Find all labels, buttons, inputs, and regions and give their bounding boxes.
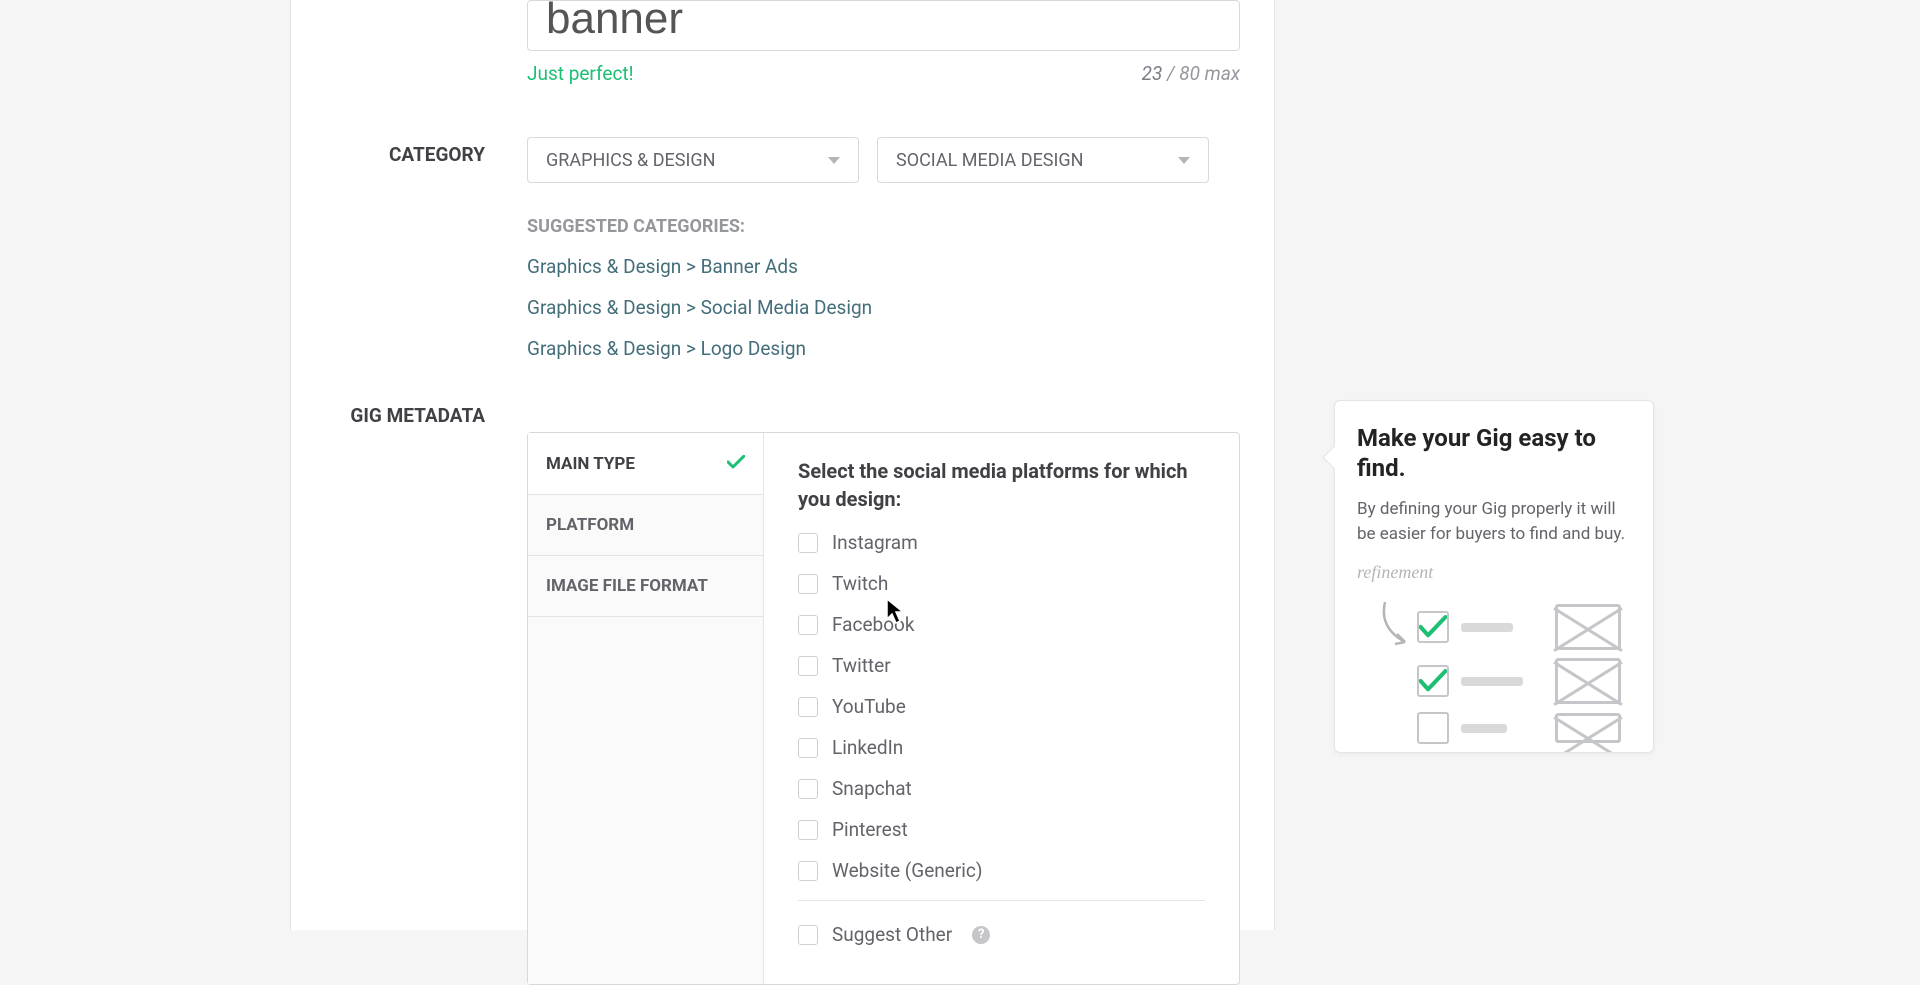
divider bbox=[798, 900, 1205, 901]
category-label: CATEGORY bbox=[290, 143, 485, 166]
category-primary-value: GRAPHICS & DESIGN bbox=[546, 150, 715, 171]
platform-checkbox-facebook[interactable]: Facebook bbox=[798, 613, 1205, 636]
checkbox-label: Twitch bbox=[832, 572, 888, 595]
platform-checkbox-linkedin[interactable]: LinkedIn bbox=[798, 736, 1205, 759]
tip-body: By defining your Gig properly it will be… bbox=[1357, 497, 1631, 546]
checkbox-icon bbox=[798, 615, 818, 635]
checkbox-label: Instagram bbox=[832, 531, 918, 554]
platform-checkbox-twitch[interactable]: Twitch bbox=[798, 572, 1205, 595]
checkbox-icon bbox=[798, 656, 818, 676]
checkbox-label: Pinterest bbox=[832, 818, 908, 841]
checkbox-icon bbox=[798, 779, 818, 799]
arrow-icon bbox=[1375, 600, 1419, 650]
category-secondary-select[interactable]: SOCIAL MEDIA DESIGN bbox=[877, 137, 1209, 183]
tab-main-type[interactable]: MAIN TYPE bbox=[528, 433, 763, 495]
platform-checkbox-snapchat[interactable]: Snapchat bbox=[798, 777, 1205, 800]
tip-illustration: refinement bbox=[1357, 562, 1631, 752]
tab-label: PLATFORM bbox=[546, 515, 634, 535]
platform-checkbox-youtube[interactable]: YouTube bbox=[798, 695, 1205, 718]
title-char-count: 23 / 80 max bbox=[1142, 62, 1240, 85]
page-root: Just perfect! 23 / 80 max CATEGORY GRAPH… bbox=[0, 0, 1920, 930]
title-success-message: Just perfect! bbox=[527, 62, 634, 85]
illus-check-icon bbox=[1417, 611, 1449, 643]
title-meta: Just perfect! 23 / 80 max bbox=[527, 62, 1240, 85]
metadata-content: Select the social media platforms for wh… bbox=[764, 433, 1239, 984]
checkbox-icon bbox=[798, 861, 818, 881]
platform-checkbox-twitter[interactable]: Twitter bbox=[798, 654, 1205, 677]
checkbox-label: Facebook bbox=[832, 613, 915, 636]
metadata-panel-title: Select the social media platforms for wh… bbox=[798, 457, 1205, 513]
tab-image-file-format[interactable]: IMAGE FILE FORMAT bbox=[528, 556, 763, 617]
suggested-category-link[interactable]: Graphics & Design > Social Media Design bbox=[527, 296, 872, 319]
checkbox-label: YouTube bbox=[832, 695, 906, 718]
checkbox-icon bbox=[798, 738, 818, 758]
illus-card-icon bbox=[1555, 658, 1621, 704]
suggested-categories-title: SUGGESTED CATEGORIES: bbox=[527, 216, 872, 237]
platform-checkbox-suggest-other[interactable]: Suggest Other ? bbox=[798, 923, 1205, 946]
suggested-category-link[interactable]: Graphics & Design > Banner Ads bbox=[527, 255, 872, 278]
checkbox-icon bbox=[798, 697, 818, 717]
chevron-down-icon bbox=[828, 157, 840, 164]
metadata-tabs: MAIN TYPE PLATFORM IMAGE FILE FORMAT bbox=[528, 433, 764, 984]
tab-platform[interactable]: PLATFORM bbox=[528, 495, 763, 556]
category-secondary-value: SOCIAL MEDIA DESIGN bbox=[896, 150, 1084, 171]
help-icon[interactable]: ? bbox=[972, 926, 990, 944]
suggested-category-link[interactable]: Graphics & Design > Logo Design bbox=[527, 337, 872, 360]
checkbox-label: LinkedIn bbox=[832, 736, 903, 759]
checkbox-label: Website (Generic) bbox=[832, 859, 982, 882]
gig-title-input[interactable] bbox=[527, 0, 1240, 51]
checkbox-label: Twitter bbox=[832, 654, 891, 677]
illus-card-icon bbox=[1555, 604, 1621, 650]
category-selects: GRAPHICS & DESIGN SOCIAL MEDIA DESIGN bbox=[527, 137, 1209, 183]
illus-check-icon bbox=[1417, 712, 1449, 744]
chevron-down-icon bbox=[1178, 157, 1190, 164]
refinement-label: refinement bbox=[1357, 562, 1433, 582]
illus-line bbox=[1461, 677, 1523, 686]
checkbox-icon bbox=[798, 533, 818, 553]
tip-card: Make your Gig easy to find. By defining … bbox=[1334, 400, 1654, 753]
illus-line bbox=[1461, 623, 1513, 632]
illus-check-icon bbox=[1417, 665, 1449, 697]
tab-label: IMAGE FILE FORMAT bbox=[546, 576, 708, 596]
gig-metadata-label: GIG METADATA bbox=[290, 404, 485, 427]
checkbox-label: Snapchat bbox=[832, 777, 912, 800]
platform-checkbox-instagram[interactable]: Instagram bbox=[798, 531, 1205, 554]
check-icon bbox=[727, 453, 745, 474]
illus-card-icon bbox=[1555, 713, 1621, 743]
checkbox-icon bbox=[798, 574, 818, 594]
gig-metadata-box: MAIN TYPE PLATFORM IMAGE FILE FORMAT Sel… bbox=[527, 432, 1240, 985]
tab-label: MAIN TYPE bbox=[546, 454, 635, 474]
checkbox-label: Suggest Other bbox=[832, 923, 952, 946]
checkbox-icon bbox=[798, 925, 818, 945]
category-primary-select[interactable]: GRAPHICS & DESIGN bbox=[527, 137, 859, 183]
tip-title: Make your Gig easy to find. bbox=[1357, 423, 1631, 483]
suggested-categories: SUGGESTED CATEGORIES: Graphics & Design … bbox=[527, 216, 872, 378]
platform-checkbox-website-generic[interactable]: Website (Generic) bbox=[798, 859, 1205, 882]
platform-checkbox-pinterest[interactable]: Pinterest bbox=[798, 818, 1205, 841]
checkbox-icon bbox=[798, 820, 818, 840]
illus-line bbox=[1461, 724, 1507, 733]
